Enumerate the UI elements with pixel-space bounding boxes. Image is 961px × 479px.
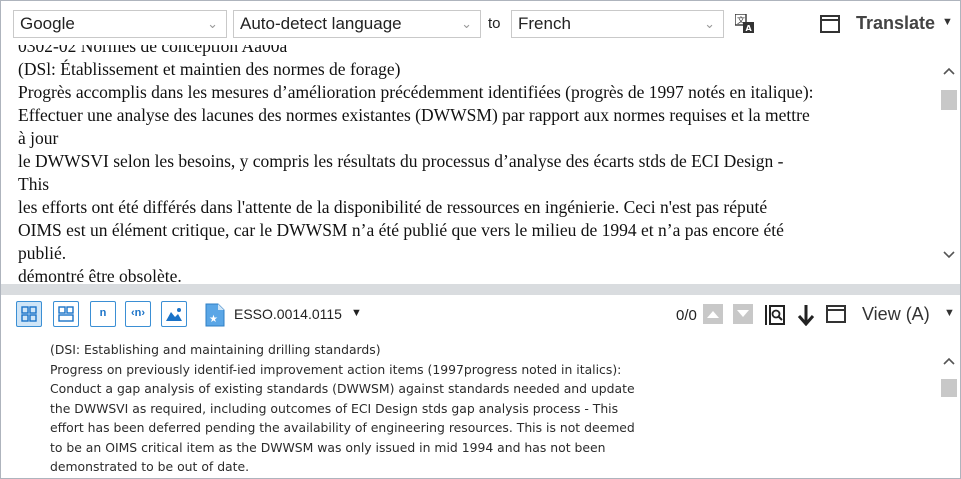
previous-match-button[interactable] — [703, 304, 723, 324]
chevron-down-icon: ⌄ — [207, 16, 218, 31]
svg-text:★: ★ — [209, 314, 218, 325]
plain-text-label: n — [99, 307, 107, 319]
source-line: Progress on previously identif-ied impro… — [50, 361, 622, 377]
view-menu-button[interactable]: View (A) — [862, 304, 930, 325]
match-count: 0/0 — [676, 307, 697, 324]
document-toolbar: n ‹n› ★ ESSO.0014.0115 ▼ 0/0 View (A) ▼ — [1, 295, 960, 333]
grid-view-icon — [21, 306, 37, 322]
target-language-select[interactable]: French ⌄ — [511, 10, 724, 38]
translation-text: 0302-02 Normes de conception Aa00a (DSl:… — [18, 45, 936, 284]
translation-line: (DSl: Établissement et maintien des norm… — [18, 59, 401, 79]
next-match-button[interactable] — [733, 304, 753, 324]
scroll-thumb[interactable] — [941, 379, 957, 397]
target-language-value: French — [518, 14, 571, 33]
scroll-thumb[interactable] — [941, 90, 957, 110]
translation-line: OIMS est un élément critique, car le DWW… — [18, 220, 784, 240]
panel-toggle-icon[interactable] — [820, 15, 840, 33]
pane-splitter[interactable] — [1, 284, 960, 295]
source-line: the DWWSVI as required, including outcom… — [50, 400, 619, 416]
source-language-select[interactable]: Auto-detect language ⌄ — [233, 10, 481, 38]
source-line: to be an OIMS critical item as the DWWSM… — [50, 439, 606, 455]
chevron-down-icon[interactable]: ▼ — [351, 307, 362, 319]
layout-view-icon — [58, 306, 74, 322]
source-text: (DSI: Establishing and maintaining drill… — [50, 340, 930, 477]
translation-pane[interactable]: 0302-02 Normes de conception Aa00a (DSl:… — [1, 45, 960, 284]
chevron-up-icon[interactable] — [943, 355, 955, 367]
layout-view-button[interactable] — [53, 301, 79, 327]
translation-line: à jour — [18, 128, 59, 148]
translation-line: This — [18, 174, 50, 194]
image-view-button[interactable] — [161, 301, 187, 327]
tagged-text-button[interactable]: ‹n› — [125, 301, 151, 327]
chevron-up-icon[interactable] — [943, 65, 955, 77]
document-name[interactable]: ESSO.0014.0115 — [234, 306, 342, 322]
engine-select-value: Google — [20, 14, 75, 33]
svg-text:A: A — [746, 24, 753, 33]
translation-line: Effectuer une analyse des lacunes des no… — [18, 105, 810, 125]
translation-line: publié. — [18, 243, 67, 263]
source-pane[interactable]: (DSI: Establishing and maintaining drill… — [1, 333, 960, 478]
arrow-down-icon[interactable] — [796, 304, 816, 326]
chevron-down-icon[interactable]: ▼ — [942, 16, 953, 28]
chevron-down-icon — [737, 310, 749, 317]
to-label: to — [488, 15, 501, 32]
translation-line: le DWWSVI selon les besoins, y compris l… — [18, 151, 784, 171]
chevron-up-icon — [707, 311, 719, 318]
source-line: (DSI: Establishing and maintaining drill… — [50, 342, 381, 357]
grid-view-button[interactable] — [16, 301, 42, 327]
translate-toolbar: Google ⌄ Auto-detect language ⌄ to Frenc… — [1, 1, 960, 45]
panel-toggle-icon[interactable] — [826, 305, 846, 323]
translate-icon[interactable]: 文 A — [735, 14, 755, 34]
source-line: effort has been deferred pending the ava… — [50, 420, 635, 435]
plain-text-button[interactable]: n — [90, 301, 116, 327]
translation-line: les efforts ont été différés dans l'atte… — [18, 197, 768, 217]
tagged-text-label: ‹n› — [130, 307, 146, 319]
translation-scrollbar[interactable] — [938, 45, 960, 284]
source-line: demonstrated to be out of date. — [50, 459, 250, 474]
document-icon: ★ — [205, 303, 225, 327]
translation-line: Progrès accomplis dans les mesures d’amé… — [18, 82, 814, 102]
source-scrollbar[interactable] — [938, 333, 960, 478]
image-icon — [166, 308, 182, 321]
source-line: Conduct a gap analysis of existing stand… — [50, 381, 635, 396]
source-language-value: Auto-detect language — [240, 14, 402, 33]
translate-button[interactable]: Translate — [856, 13, 935, 34]
engine-select[interactable]: Google ⌄ — [13, 10, 227, 38]
chevron-down-icon: ⌄ — [704, 16, 715, 31]
translation-line: démontré être obsolète. — [18, 266, 182, 284]
chevron-down-icon: ⌄ — [461, 16, 472, 31]
chevron-down-icon[interactable]: ▼ — [944, 307, 955, 319]
translation-line: 0302-02 Normes de conception Aa00a — [18, 45, 288, 56]
find-in-document-icon[interactable] — [764, 304, 786, 326]
chevron-down-icon[interactable] — [943, 249, 955, 261]
